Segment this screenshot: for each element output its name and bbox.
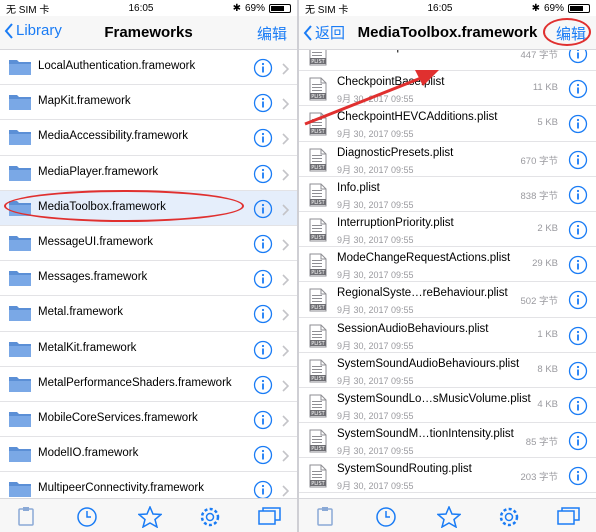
- bluetooth-icon: ✱: [232, 2, 241, 14]
- list-item[interactable]: Metal.framework: [0, 296, 297, 332]
- item-label: MobileCoreServices.framework: [38, 411, 198, 424]
- item-label: LocalAuthentication.framework: [38, 60, 196, 72]
- time-text: 16:05: [128, 2, 154, 14]
- list-item[interactable]: ModelIO.framework: [0, 437, 297, 473]
- folder-icon: [8, 93, 32, 116]
- star-icon[interactable]: [138, 506, 162, 528]
- chevron-right-icon: [282, 132, 290, 150]
- info-icon[interactable]: [253, 410, 273, 435]
- chevron-right-icon: [282, 344, 290, 362]
- info-icon[interactable]: [253, 128, 273, 153]
- gear-icon[interactable]: [199, 506, 221, 528]
- item-label: MapKit.framework: [38, 95, 131, 108]
- info-icon[interactable]: [253, 93, 273, 118]
- chevron-right-icon: [282, 484, 290, 498]
- highlight-annotation: [4, 190, 244, 222]
- battery-icon: [269, 3, 291, 13]
- folder-icon: [8, 234, 32, 257]
- folder-icon: [8, 480, 32, 498]
- list-item[interactable]: Messages.framework: [0, 261, 297, 297]
- folder-icon: [8, 340, 32, 363]
- folder-icon: [8, 375, 32, 398]
- chevron-right-icon: [282, 238, 290, 256]
- item-label: MediaAccessibility.framework: [38, 130, 188, 143]
- info-icon[interactable]: [253, 375, 273, 400]
- chevron-right-icon: [282, 168, 290, 186]
- windows-icon[interactable]: [258, 506, 282, 526]
- chevron-right-icon: [282, 379, 290, 397]
- list-item[interactable]: MetalPerformanceShaders.framework: [0, 367, 297, 402]
- nav-bar: Library Frameworks 编辑: [0, 16, 297, 50]
- chevron-right-icon: [282, 308, 290, 326]
- info-icon[interactable]: [253, 199, 273, 224]
- history-icon[interactable]: [76, 506, 98, 528]
- folder-icon: [8, 445, 32, 468]
- folder-icon: [8, 269, 32, 292]
- list-item[interactable]: MapKit.framework: [0, 85, 297, 121]
- arrow-annotation: [304, 70, 439, 126]
- list-item[interactable]: MediaPlayer.framework: [0, 156, 297, 191]
- item-label: MultipeerConnectivity.framework: [38, 482, 204, 495]
- chevron-right-icon: [282, 449, 290, 467]
- item-label: MessageUI.framework: [38, 235, 154, 248]
- screenshot-root: 无 SIM 卡 16:05 ✱ 69% Library Frameworks 编…: [0, 0, 596, 532]
- list-item[interactable]: LocalAuthentication.framework: [0, 50, 297, 86]
- edit-button[interactable]: 编辑: [257, 23, 287, 44]
- framework-list: LocalAuthentication.framework MapKit.fram…: [0, 50, 297, 498]
- folder-icon: [8, 58, 32, 81]
- chevron-right-icon: [282, 203, 290, 221]
- folder-icon: [8, 164, 32, 187]
- item-label: Messages.framework: [38, 271, 148, 284]
- item-label: MetalKit.framework: [38, 341, 137, 354]
- item-label: MediaPlayer.framework: [38, 165, 159, 178]
- status-right: ✱ 69%: [233, 3, 291, 14]
- carrier-text: 无 SIM 卡: [6, 4, 50, 16]
- info-icon[interactable]: [253, 269, 273, 294]
- list-item[interactable]: MultipeerConnectivity.framework: [0, 472, 297, 498]
- list-item[interactable]: MessageUI.framework: [0, 226, 297, 262]
- item-label: MetalPerformanceShaders.framework: [38, 376, 232, 389]
- info-icon[interactable]: [253, 58, 273, 83]
- item-label: ModelIO.framework: [38, 447, 139, 460]
- folder-icon: [8, 128, 32, 151]
- info-icon[interactable]: [253, 164, 273, 189]
- list-item[interactable]: MediaAccessibility.framework: [0, 120, 297, 156]
- folder-icon: [8, 410, 32, 433]
- clipboard-icon[interactable]: [18, 506, 34, 526]
- info-icon[interactable]: [253, 234, 273, 259]
- info-icon[interactable]: [253, 304, 273, 329]
- left-panel: 无 SIM 卡 16:05 ✱ 69% Library Frameworks 编…: [0, 0, 297, 532]
- list-item[interactable]: MetalKit.framework: [0, 332, 297, 367]
- chevron-right-icon: [282, 414, 290, 432]
- right-panel: 无 SIM 卡 16:05 ✱ 69% 返回 MediaToolbox.fram…: [299, 0, 596, 532]
- folder-icon: [8, 304, 32, 327]
- battery-percent: 69%: [244, 2, 265, 14]
- chevron-right-icon: [282, 273, 290, 291]
- info-icon[interactable]: [253, 445, 273, 470]
- info-icon[interactable]: [253, 480, 273, 498]
- tab-bar: [0, 498, 297, 532]
- chevron-right-icon: [282, 62, 290, 80]
- info-icon[interactable]: [253, 340, 273, 365]
- chevron-right-icon: [282, 97, 290, 115]
- page-title: Frameworks: [104, 24, 193, 41]
- item-label: Metal.framework: [38, 306, 123, 319]
- list-item[interactable]: MobileCoreServices.framework: [0, 402, 297, 438]
- status-bar: 无 SIM 卡 16:05 ✱ 69%: [0, 0, 297, 16]
